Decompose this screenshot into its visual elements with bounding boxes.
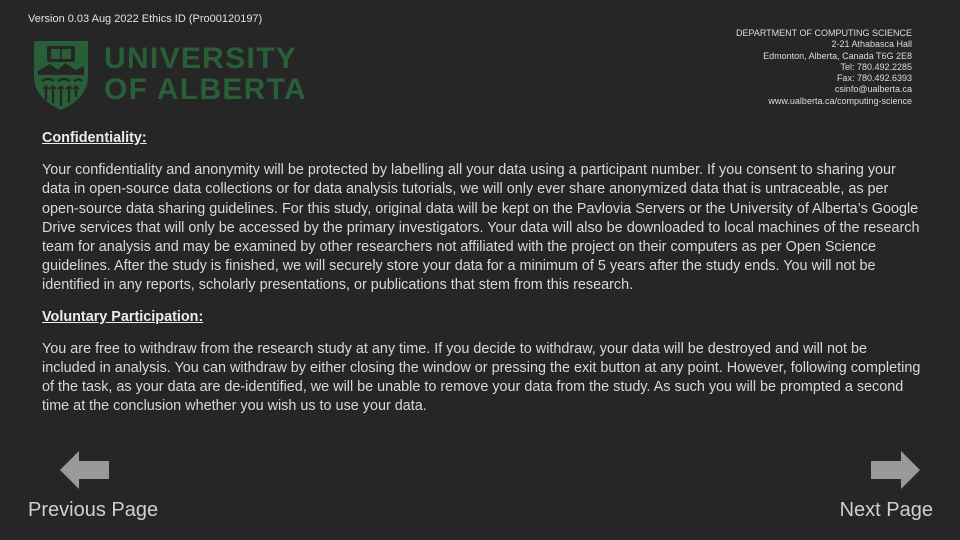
section-heading-confidentiality: Confidentiality:: [42, 130, 147, 146]
department-contact-block: DEPARTMENT OF COMPUTING SCIENCE 2-21 Ath…: [736, 28, 912, 107]
crest-icon: [34, 41, 88, 110]
arrow-right-icon: [871, 451, 920, 489]
next-page-label[interactable]: Next Page: [840, 499, 933, 522]
department-website: www.ualberta.ca/computing-science: [768, 95, 912, 106]
department-fax: Fax: 780.492.6393: [836, 73, 912, 84]
previous-page-button[interactable]: [60, 451, 110, 494]
version-text: Version 0.03 Aug 2022 Ethics ID (Pro0012…: [28, 13, 263, 25]
previous-page-label[interactable]: Previous Page: [28, 499, 158, 522]
logo-wordmark-line2: OF ALBERTA: [104, 73, 307, 106]
next-page-button[interactable]: [870, 451, 920, 494]
section-heading-voluntary-participation: Voluntary Participation:: [42, 308, 204, 325]
section-body-voluntary-participation: You are free to withdraw from the resear…: [42, 340, 921, 415]
logo-wordmark-line1: UNIVERSITY: [104, 42, 298, 75]
department-email: csinfo@ualberta.ca: [834, 84, 912, 95]
department-address-line: 2-21 Athabasca Hall: [831, 39, 912, 50]
department-phone: Tel: 780.492.2285: [840, 61, 912, 72]
consent-content: Confidentiality: Your confidentiality an…: [42, 129, 922, 429]
arrow-left-icon: [60, 451, 109, 489]
university-logo-crest: [32, 39, 90, 116]
department-name: DEPARTMENT OF COMPUTING SCIENCE: [735, 28, 912, 38]
section-body-confidentiality: Your confidentiality and anonymity will …: [42, 162, 920, 294]
department-city-line: Edmonton, Alberta, Canada T6G 2E8: [763, 50, 912, 61]
